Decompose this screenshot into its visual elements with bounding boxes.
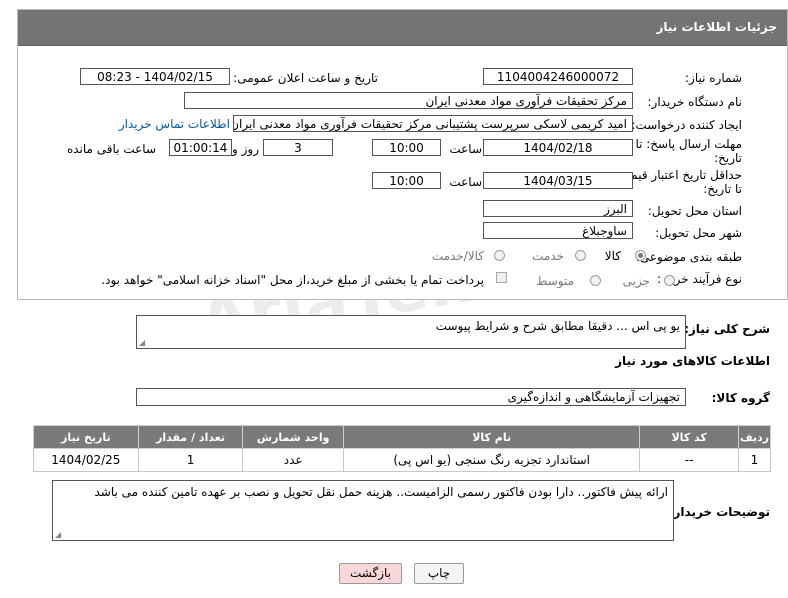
category-radio-goods[interactable] (635, 250, 646, 261)
buyer-notes-textarea[interactable]: ارائه پیش فاکتور.. دارا بودن فاکتور رسمی… (52, 480, 674, 541)
col-item-name: نام کالا (342, 425, 641, 449)
need-number-label: شماره نیاز: (685, 71, 742, 85)
buyer-notes-text: ارائه پیش فاکتور.. دارا بودن فاکتور رسمی… (94, 485, 668, 499)
creator-label: ایجاد کننده درخواست: (631, 118, 742, 132)
price-validity-date-field[interactable]: 1404/03/15 (483, 172, 633, 189)
summary-label: شرح کلی نیاز: (684, 322, 770, 336)
process-radio-medium[interactable] (590, 275, 601, 286)
goods-section-title: اطلاعات کالاهای مورد نیاز (615, 354, 770, 368)
panel-header: جزئیات اطلاعات نیاز (18, 10, 787, 46)
category-option-goods: کالا (604, 249, 621, 263)
summary-text: یو پی اس ... دقیقا مطابق شرح و شرایط پیو… (435, 319, 680, 333)
table-row[interactable]: 1 -- استاندارد تجزیه رنگ سنجی (یو اس پی)… (33, 448, 772, 472)
cell-quantity: 1 (137, 448, 244, 472)
col-item-code: کد کالا (639, 425, 739, 449)
days-remaining-field[interactable]: 3 (263, 139, 333, 156)
category-radio-goods-service[interactable] (494, 250, 505, 261)
process-option-medium: متوسط (536, 274, 574, 288)
summary-textarea[interactable]: یو پی اس ... دقیقا مطابق شرح و شرایط پیو… (136, 315, 686, 349)
announce-datetime-field[interactable]: 1404/02/15 - 08:23 (80, 68, 230, 85)
price-validity-time-field[interactable]: 10:00 (372, 172, 441, 189)
col-unit: واحد شمارش (242, 425, 344, 449)
time-remaining-field[interactable]: 01:00:14 (169, 139, 232, 156)
deadline-time-field[interactable]: 10:00 (372, 139, 441, 156)
deadline-time-label: ساعت (449, 142, 482, 156)
print-button[interactable]: چاپ (414, 563, 464, 584)
category-option-service: خدمت (532, 249, 564, 263)
buyer-contact-link[interactable]: اطلاعات تماس خریدار (119, 117, 230, 131)
goods-table-header: ردیف کد کالا نام کالا واحد شمارش تعداد /… (33, 425, 772, 449)
resize-grip-icon[interactable]: ◢ (139, 339, 145, 347)
category-label: طبقه بندی موضوعی: (635, 250, 742, 264)
panel-title: جزئیات اطلاعات نیاز (656, 20, 777, 34)
goods-group-field[interactable]: تجهیزات آزمایشگاهی و اندازه‌گیری (136, 388, 686, 406)
resize-grip-icon[interactable]: ◢ (55, 531, 61, 539)
buyer-notes-label: توضیحات خریدار: (668, 505, 770, 519)
cell-need-date: 1404/02/25 (33, 448, 139, 472)
price-validity-label-line1: حداقل تاریخ اعتبار قیمت: (615, 168, 742, 182)
category-option-goods-service: کالا/خدمت (431, 249, 484, 263)
buyer-org-label: نام دستگاه خریدار: (647, 95, 743, 109)
buyer-org-field[interactable]: مرکز تحقیقات فرآوری مواد معدنی ایران (184, 92, 633, 109)
province-label: استان محل تحویل: (647, 204, 742, 218)
process-radio-minor[interactable] (664, 275, 675, 286)
days-label: روز و (232, 142, 259, 156)
price-validity-time-label: ساعت (449, 175, 482, 189)
col-row-number: ردیف (737, 425, 772, 449)
cell-row-number: 1 (737, 448, 772, 472)
back-button[interactable]: بازگشت (339, 563, 402, 584)
category-radio-service[interactable] (575, 250, 586, 261)
cell-unit: عدد (242, 448, 344, 472)
announce-datetime-label: تاریخ و ساعت اعلان عمومی: (233, 71, 378, 85)
deadline-label-line1: مهلت ارسال پاسخ: تا (635, 137, 742, 151)
time-remaining-label: ساعت باقی مانده (66, 142, 156, 156)
col-need-date: تاریخ نیاز (33, 425, 139, 449)
cell-item-name: استاندارد تجزیه رنگ سنجی (یو اس پی) (342, 448, 641, 472)
goods-table: ردیف کد کالا نام کالا واحد شمارش تعداد /… (33, 425, 772, 472)
cell-item-code: -- (639, 448, 739, 472)
goods-group-label: گروه کالا: (711, 391, 770, 405)
col-quantity: تعداد / مقدار (137, 425, 244, 449)
price-validity-label-line2: تا تاریخ: (703, 182, 742, 196)
province-field[interactable]: البرز (483, 200, 633, 217)
deadline-date-field[interactable]: 1404/02/18 (483, 139, 633, 156)
treasury-payment-checkbox[interactable] (496, 272, 507, 283)
process-option-minor: جزیی (622, 274, 650, 288)
city-field[interactable]: ساوجبلاغ (483, 222, 633, 239)
deadline-label-line2: تاریخ: (714, 151, 742, 165)
need-number-field[interactable]: 1104004246000072 (483, 68, 633, 85)
city-label: شهر محل تحویل: (655, 226, 742, 240)
creator-field[interactable]: امید کریمی لاسکی سرپرست پشتیبانی مرکز تح… (233, 115, 633, 132)
treasury-payment-note: پرداخت تمام یا بخشی از مبلغ خرید،از محل … (101, 273, 484, 287)
